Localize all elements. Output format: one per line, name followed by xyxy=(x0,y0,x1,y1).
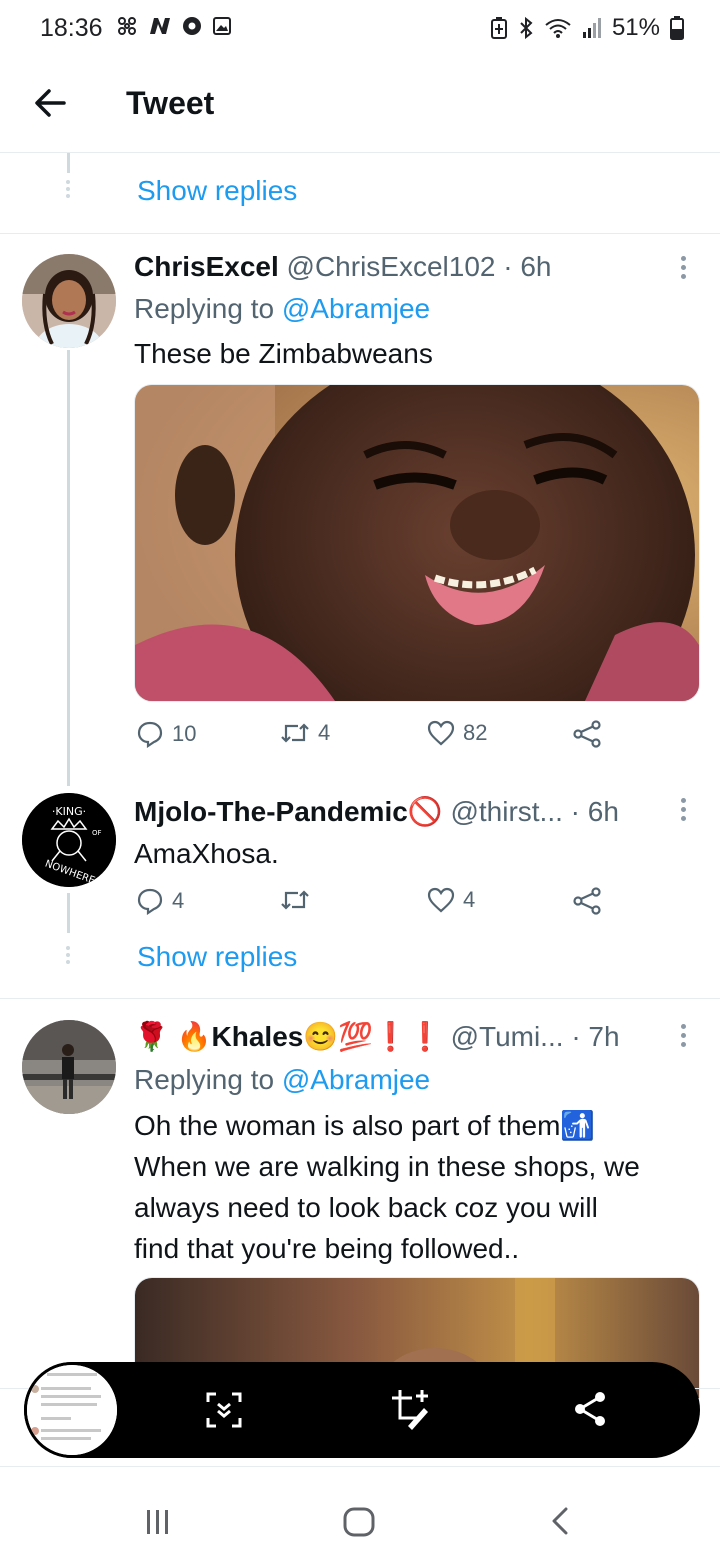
replying-to: Replying to @Abramjee xyxy=(134,1064,430,1096)
tweet-image[interactable] xyxy=(134,384,700,702)
like-count: 4 xyxy=(463,887,476,912)
like-button[interactable]: 82 xyxy=(427,720,487,746)
page-title: Tweet xyxy=(126,85,215,121)
replying-to-handle[interactable]: @Abramjee xyxy=(282,1064,430,1095)
thread-dots xyxy=(66,180,71,201)
reply-count: 10 xyxy=(172,721,197,746)
avatar[interactable] xyxy=(22,254,116,348)
tweet-text: Oh the woman is also part of them🚮 When … xyxy=(134,1105,640,1269)
battery-percent: 51% xyxy=(611,14,660,41)
author-name[interactable]: ChrisExcel xyxy=(134,251,279,282)
share-icon xyxy=(573,887,601,915)
share-button[interactable] xyxy=(572,887,602,915)
heart-icon xyxy=(427,887,455,913)
tweet-actions: 10 4 82 xyxy=(134,720,614,756)
avatar-top-text: ·KING· xyxy=(52,805,86,818)
avatar[interactable] xyxy=(22,1020,116,1114)
status-left-icons xyxy=(116,15,232,37)
show-replies-link[interactable]: Show replies xyxy=(137,941,297,973)
divider xyxy=(0,998,720,999)
battery-saver-icon xyxy=(490,17,507,39)
battery-icon xyxy=(670,16,684,40)
wifi-icon xyxy=(545,19,571,38)
tweet-author-line: 🌹 🔥Khales😊💯❗❗ @Tumi... · 7h xyxy=(134,1020,620,1053)
more-options-icon[interactable] xyxy=(681,798,686,825)
home-icon[interactable] xyxy=(343,1507,375,1542)
replying-to-handle[interactable]: @Abramjee xyxy=(282,293,430,324)
retweet-count: 4 xyxy=(318,720,331,745)
tweet-text-line: When we are walking in these shops, we xyxy=(134,1151,640,1182)
more-options-icon[interactable] xyxy=(681,256,686,283)
back-icon[interactable] xyxy=(550,1506,570,1541)
retweet-button[interactable]: 4 xyxy=(280,720,330,746)
tweet-author-line: ChrisExcel @ChrisExcel102 · 6h xyxy=(134,251,552,283)
heart-icon xyxy=(427,720,455,746)
navigation-bar xyxy=(0,1470,720,1560)
tweet-text-line: find that you're being followed.. xyxy=(134,1233,520,1264)
share-button[interactable] xyxy=(572,720,602,748)
app-icon xyxy=(183,17,201,35)
divider xyxy=(0,1466,720,1467)
replying-to: Replying to @Abramjee xyxy=(134,293,430,325)
status-right-icons: 51% xyxy=(490,14,684,42)
replying-label: Replying to xyxy=(134,293,275,324)
thread-line xyxy=(67,350,70,786)
reply-count: 4 xyxy=(172,888,185,913)
tweet-actions: 4 4 xyxy=(134,887,614,923)
avatar[interactable]: ·KING· OF NOWHERE xyxy=(22,793,116,887)
reply-button[interactable]: 10 xyxy=(136,720,196,748)
edit-crop-icon[interactable] xyxy=(390,1388,430,1435)
retweet-icon xyxy=(281,890,309,910)
gallery-icon xyxy=(213,17,231,35)
retweet-icon xyxy=(281,723,309,743)
screenshot-toolbar xyxy=(24,1362,700,1458)
avatar-side-text: OF xyxy=(92,829,102,837)
tweet-time: · 6h xyxy=(570,796,619,827)
n-icon xyxy=(150,18,170,34)
thread-line xyxy=(67,153,70,173)
screenshot-thumbnail[interactable] xyxy=(24,1362,120,1458)
share-icon xyxy=(573,720,601,748)
name-emoji-suffix: 😊💯❗❗ xyxy=(303,1021,443,1052)
reply-icon xyxy=(137,721,163,748)
tweet-text-line: always need to look back coz you will xyxy=(134,1192,598,1223)
fan-icon xyxy=(118,17,136,35)
author-handle[interactable]: @Tumi... xyxy=(451,1021,564,1052)
back-arrow-icon[interactable] xyxy=(34,88,66,123)
tweet-text: AmaXhosa. xyxy=(134,838,279,869)
like-count: 82 xyxy=(463,720,488,745)
reply-button[interactable]: 4 xyxy=(136,887,184,915)
thread-dots xyxy=(66,946,71,967)
author-name[interactable]: Mjolo-The-Pandemic xyxy=(134,796,408,827)
author-name[interactable]: Khales xyxy=(212,1021,304,1052)
scroll-capture-icon[interactable] xyxy=(204,1390,244,1435)
tweet-text-line: Oh the woman is also part of them🚮 xyxy=(134,1110,596,1141)
share-icon[interactable] xyxy=(572,1390,608,1433)
author-handle[interactable]: @ChrisExcel102 · 6h xyxy=(287,251,552,282)
tweet-header: Tweet xyxy=(0,60,720,153)
like-button[interactable]: 4 xyxy=(427,887,475,913)
more-options-icon[interactable] xyxy=(681,1024,686,1051)
signal-icon xyxy=(582,18,601,38)
tweet-time: · 7h xyxy=(571,1021,620,1052)
recents-icon[interactable] xyxy=(144,1508,172,1541)
name-emoji-prefix: 🌹 🔥 xyxy=(134,1021,212,1052)
thread-line xyxy=(67,893,70,933)
replying-label: Replying to xyxy=(134,1064,275,1095)
show-replies-link[interactable]: Show replies xyxy=(137,175,297,207)
bluetooth-icon xyxy=(520,16,533,40)
tweet-author-line: Mjolo-The-Pandemic🚫 @thirst... · 6h xyxy=(134,795,619,828)
no-entry-emoji: 🚫 xyxy=(407,796,443,827)
retweet-button[interactable] xyxy=(280,887,318,913)
tweet-text: These be Zimbabweans xyxy=(134,338,433,369)
reply-icon xyxy=(137,888,163,915)
divider xyxy=(0,233,720,234)
author-handle[interactable]: @thirst... xyxy=(450,796,562,827)
status-time: 18:36 xyxy=(40,14,103,42)
status-bar: 18:36 51% xyxy=(0,0,720,60)
